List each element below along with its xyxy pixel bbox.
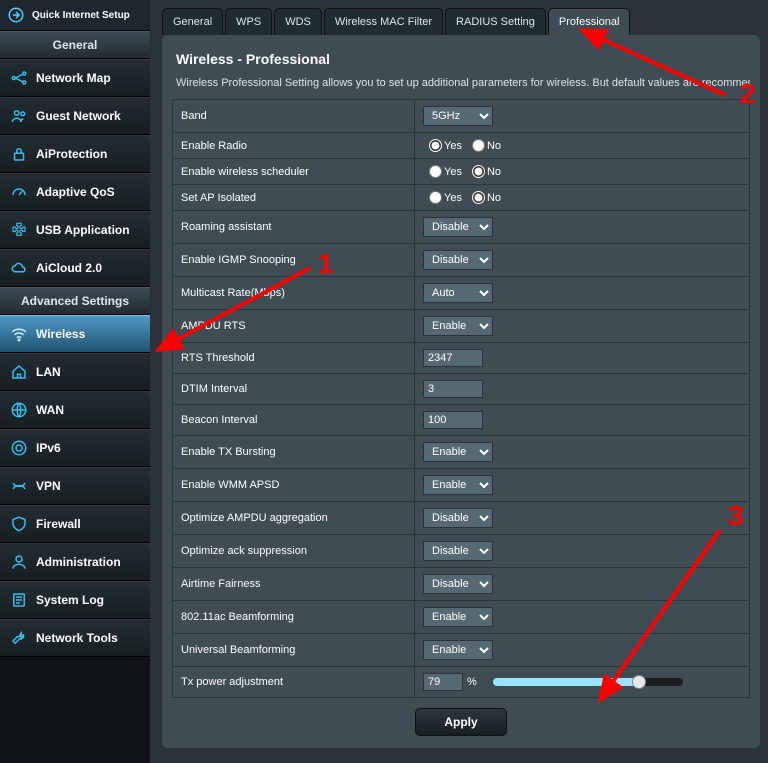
tab-professional[interactable]: Professional bbox=[548, 8, 631, 35]
uni-bf-select[interactable]: Enable bbox=[423, 640, 493, 660]
label-ac-beamforming: 802.11ac Beamforming bbox=[173, 601, 415, 634]
label-txpower: Tx power adjustment bbox=[173, 667, 415, 698]
sidebar-item-aicloud[interactable]: AiCloud 2.0 bbox=[0, 249, 150, 287]
sidebar: Quick Internet Setup General Network Map… bbox=[0, 0, 150, 763]
sidebar-item-ipv6[interactable]: IPv6 bbox=[0, 429, 150, 467]
section-general-header: General bbox=[0, 31, 150, 59]
globe-icon bbox=[8, 399, 30, 421]
sidebar-item-aiprotection[interactable]: AiProtection bbox=[0, 135, 150, 173]
label-wmm: Enable WMM APSD bbox=[173, 469, 415, 502]
txpower-input[interactable] bbox=[423, 673, 463, 691]
ac-bf-select[interactable]: Enable bbox=[423, 607, 493, 627]
guest-network-icon bbox=[8, 105, 30, 127]
label-opt-ampdu: Optimize AMPDU aggregation bbox=[173, 502, 415, 535]
tab-wps[interactable]: WPS bbox=[225, 8, 272, 35]
opt-ampdu-select[interactable]: Disable bbox=[423, 508, 493, 528]
label-uni-beamforming: Universal Beamforming bbox=[173, 634, 415, 667]
txpower-slider[interactable] bbox=[493, 678, 683, 686]
roaming-select[interactable]: Disable bbox=[423, 217, 493, 237]
dtim-input[interactable] bbox=[423, 380, 483, 398]
wmm-select[interactable]: Enable bbox=[423, 475, 493, 495]
lock-icon bbox=[8, 143, 30, 165]
rts-input[interactable] bbox=[423, 349, 483, 367]
sidebar-item-administration[interactable]: Administration bbox=[0, 543, 150, 581]
log-icon bbox=[8, 589, 30, 611]
label-multicast: Multicast Rate(Mbps) bbox=[173, 277, 415, 310]
ampdu-select[interactable]: Enable bbox=[423, 316, 493, 336]
igmp-select[interactable]: Disable bbox=[423, 250, 493, 270]
label-airtime: Airtime Fairness bbox=[173, 568, 415, 601]
tab-radius[interactable]: RADIUS Setting bbox=[445, 8, 546, 35]
ap-yes[interactable] bbox=[429, 191, 442, 204]
section-advanced-header: Advanced Settings bbox=[0, 287, 150, 315]
main-content: General WPS WDS Wireless MAC Filter RADI… bbox=[150, 0, 768, 763]
label-igmp: Enable IGMP Snooping bbox=[173, 244, 415, 277]
label-band: Band bbox=[173, 100, 415, 133]
cloud-icon bbox=[8, 257, 30, 279]
wrench-icon bbox=[8, 627, 30, 649]
sidebar-item-wan[interactable]: WAN bbox=[0, 391, 150, 429]
sidebar-item-firewall[interactable]: Firewall bbox=[0, 505, 150, 543]
gauge-icon bbox=[8, 181, 30, 203]
label-txbursting: Enable TX Bursting bbox=[173, 436, 415, 469]
sidebar-item-adaptive-qos[interactable]: Adaptive QoS bbox=[0, 173, 150, 211]
tabs-bar: General WPS WDS Wireless MAC Filter RADI… bbox=[150, 0, 768, 35]
enable-radio-yes[interactable] bbox=[429, 139, 442, 152]
label-rts: RTS Threshold bbox=[173, 343, 415, 374]
txburst-select[interactable]: Enable bbox=[423, 442, 493, 462]
mcast-select[interactable]: Auto bbox=[423, 283, 493, 303]
sidebar-item-network-tools[interactable]: Network Tools bbox=[0, 619, 150, 657]
label-roaming: Roaming assistant bbox=[173, 211, 415, 244]
wifi-icon bbox=[8, 323, 30, 345]
settings-table: Band 5GHz Enable Radio YesNo Enable wire… bbox=[172, 99, 750, 698]
sidebar-item-guest-network[interactable]: Guest Network bbox=[0, 97, 150, 135]
puzzle-icon bbox=[8, 219, 30, 241]
beacon-input[interactable] bbox=[423, 411, 483, 429]
network-map-icon bbox=[8, 67, 30, 89]
sidebar-item-system-log[interactable]: System Log bbox=[0, 581, 150, 619]
sidebar-item-vpn[interactable]: VPN bbox=[0, 467, 150, 505]
page-title: Wireless - Professional bbox=[176, 51, 750, 67]
ipv6-icon bbox=[8, 437, 30, 459]
tab-general[interactable]: General bbox=[162, 8, 223, 35]
sched-yes[interactable] bbox=[429, 165, 442, 178]
sched-no[interactable] bbox=[472, 165, 485, 178]
enable-radio-no[interactable] bbox=[472, 139, 485, 152]
apply-button[interactable]: Apply bbox=[415, 708, 506, 736]
vpn-icon bbox=[8, 475, 30, 497]
label-ampdu-rts: AMPDU RTS bbox=[173, 310, 415, 343]
sidebar-item-network-map[interactable]: Network Map bbox=[0, 59, 150, 97]
label-opt-ack: Optimize ack suppression bbox=[173, 535, 415, 568]
home-icon bbox=[8, 361, 30, 383]
label-dtim: DTIM Interval bbox=[173, 374, 415, 405]
label-enable-radio: Enable Radio bbox=[173, 133, 415, 159]
settings-panel: Wireless - Professional Wireless Profess… bbox=[162, 35, 760, 748]
label-ap-isolated: Set AP Isolated bbox=[173, 185, 415, 211]
sidebar-item-usb-application[interactable]: USB Application bbox=[0, 211, 150, 249]
sidebar-item-wireless[interactable]: Wireless bbox=[0, 315, 150, 353]
tab-wds[interactable]: WDS bbox=[274, 8, 322, 35]
label-wireless-scheduler: Enable wireless scheduler bbox=[173, 159, 415, 185]
airtime-select[interactable]: Disable bbox=[423, 574, 493, 594]
shield-icon bbox=[8, 513, 30, 535]
quick-internet-setup[interactable]: Quick Internet Setup bbox=[0, 0, 150, 31]
user-icon bbox=[8, 551, 30, 573]
page-description: Wireless Professional Setting allows you… bbox=[176, 77, 750, 89]
label-beacon: Beacon Interval bbox=[173, 405, 415, 436]
tab-mac-filter[interactable]: Wireless MAC Filter bbox=[324, 8, 443, 35]
opt-ack-select[interactable]: Disable bbox=[423, 541, 493, 561]
band-select[interactable]: 5GHz bbox=[423, 106, 493, 126]
setup-icon bbox=[5, 4, 27, 26]
ap-no[interactable] bbox=[472, 191, 485, 204]
sidebar-item-lan[interactable]: LAN bbox=[0, 353, 150, 391]
